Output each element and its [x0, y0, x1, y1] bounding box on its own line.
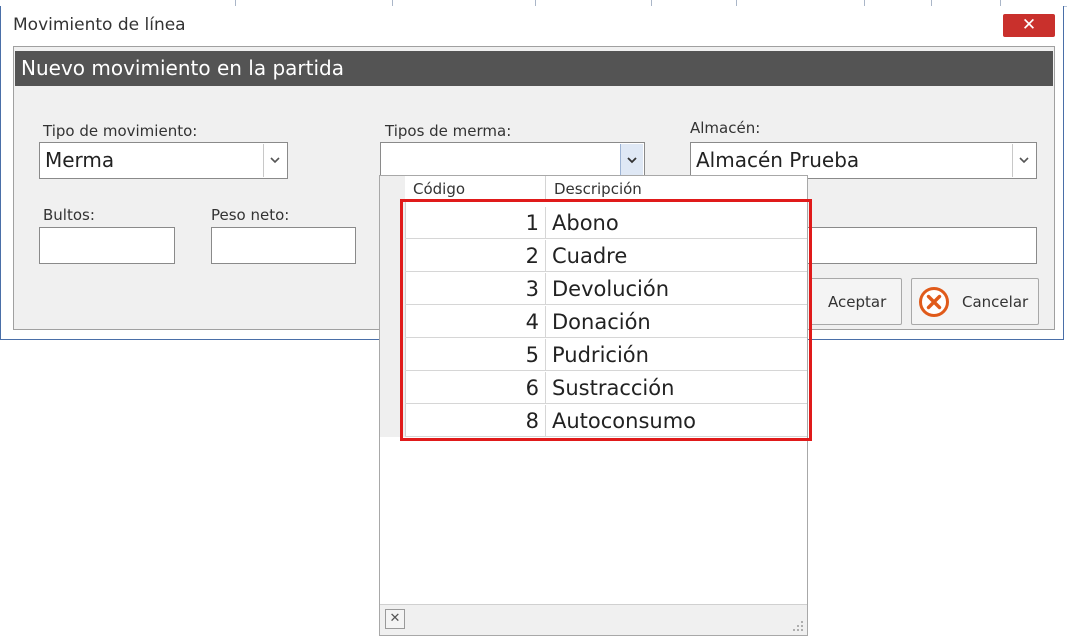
peso-neto-input[interactable] — [211, 227, 356, 264]
item-description: Sustracción — [552, 376, 675, 400]
close-icon: ✕ — [1021, 15, 1037, 35]
chevron-down-icon[interactable] — [1012, 144, 1035, 177]
column-header-codigo[interactable]: Código — [405, 176, 546, 201]
item-description: Devolución — [552, 277, 670, 301]
item-code: 3 — [405, 273, 546, 305]
list-item[interactable]: 4 Donación — [405, 306, 807, 338]
item-code: 4 — [405, 306, 546, 338]
almacen-label: Almacén: — [690, 119, 761, 137]
list-item[interactable]: 1 Abono — [405, 207, 807, 239]
item-description: Autoconsumo — [552, 409, 697, 433]
almacen-value: Almacén Prueba — [696, 148, 860, 172]
chevron-down-icon[interactable] — [263, 144, 286, 177]
tipo-movimiento-label: Tipo de movimiento: — [43, 122, 198, 140]
row-indicator-column — [380, 176, 406, 437]
item-code: 8 — [405, 405, 546, 437]
item-description: Cuadre — [552, 244, 628, 268]
aceptar-label: Aceptar — [828, 293, 887, 311]
resize-grip-icon[interactable] — [792, 620, 804, 632]
cancelar-button[interactable]: Cancelar — [911, 278, 1039, 325]
item-code: 5 — [405, 339, 546, 371]
almacen-select[interactable]: Almacén Prueba — [690, 142, 1037, 179]
extra-input[interactable] — [794, 227, 1037, 264]
list-item[interactable]: 2 Cuadre — [405, 240, 807, 272]
item-description: Abono — [552, 211, 619, 235]
list-item[interactable]: 3 Devolución — [405, 273, 807, 305]
tipos-merma-dropdown: Código Descripción 1 Abono 2 Cuadre 3 De… — [379, 175, 808, 636]
dropdown-header: Código Descripción — [405, 176, 807, 202]
aceptar-button[interactable]: Aceptar — [809, 278, 902, 325]
tipo-movimiento-value: Merma — [45, 148, 115, 172]
panel-header: Nuevo movimiento en la partida — [15, 51, 1053, 86]
bultos-input[interactable] — [39, 227, 175, 264]
column-header-descripcion[interactable]: Descripción — [546, 176, 807, 201]
tipos-merma-select[interactable] — [380, 142, 645, 179]
clear-button[interactable]: ✕ — [385, 609, 405, 629]
item-description: Donación — [552, 310, 651, 334]
item-code: 1 — [405, 207, 546, 239]
peso-neto-label: Peso neto: — [211, 206, 290, 224]
item-description: Pudrición — [552, 343, 649, 367]
tipo-movimiento-select[interactable]: Merma — [39, 142, 288, 179]
tipos-merma-label: Tipos de merma: — [385, 122, 512, 140]
dropdown-footer: ✕ — [380, 604, 807, 635]
close-button[interactable]: ✕ — [1003, 14, 1055, 37]
list-item[interactable]: 8 Autoconsumo — [405, 405, 807, 437]
dialog-title: Movimiento de línea — [13, 15, 186, 35]
bultos-label: Bultos: — [43, 206, 95, 224]
cancelar-label: Cancelar — [962, 293, 1029, 311]
list-item[interactable]: 6 Sustracción — [405, 372, 807, 404]
item-code: 6 — [405, 372, 546, 404]
list-item[interactable]: 5 Pudrición — [405, 339, 807, 371]
cancel-icon — [919, 287, 949, 317]
item-code: 2 — [405, 240, 546, 272]
close-icon: ✕ — [389, 611, 401, 626]
chevron-down-icon[interactable] — [620, 144, 643, 177]
